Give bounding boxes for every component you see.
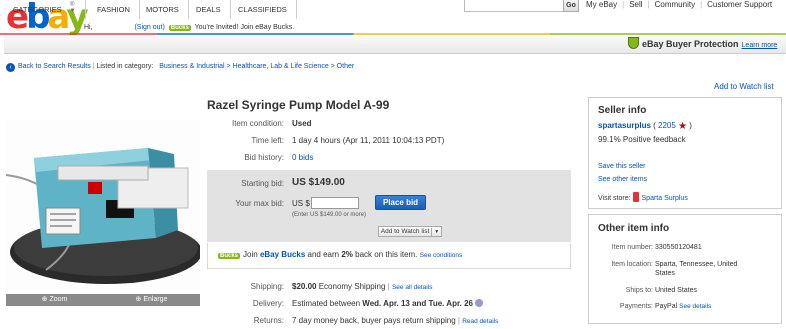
go-button[interactable]: Go [563,0,579,12]
shipping-method: Economy Shipping [318,282,386,291]
item-photo[interactable] [6,120,200,292]
other-info-heading: Other item info [598,223,670,234]
currency-label: US $ [292,199,310,208]
nav-categories[interactable]: CATEGORIES ▼ [4,0,86,19]
seller-info-heading: Seller info [598,105,647,116]
see-all-details-link[interactable]: See all details [392,284,432,291]
returns-label: Returns: [253,316,284,325]
item-number-value: 330550120481 [655,244,702,251]
see-conditions-link[interactable]: See conditions [420,252,463,259]
bucks-join-text: Join [243,250,258,259]
community-link[interactable]: Community [655,0,695,9]
bucks-earn-text: and earn [307,250,340,259]
bid-hint: (Enter US $149.00 or more) [292,212,367,218]
category-path-link[interactable]: Business & Industrial > Healthcare, Lab … [159,63,354,70]
star-icon: ★ [678,121,688,132]
shield-icon [628,37,639,49]
my-ebay-link[interactable]: My eBay [586,0,617,9]
top-links: My eBay | Sell | Community | Customer Support [586,0,773,9]
greeting-bar: Hi, (Sign out) Bucks You're Invited! Joi… [84,24,294,31]
enlarge-button[interactable]: ⊕ Enlarge [103,294,200,306]
ebay-bucks-row: Bucks Join eBay Bucks and earn 2% back on… [207,243,571,269]
starting-bid-value: US $149.00 [292,177,345,188]
feedback-score-link[interactable]: 2205 [658,121,676,130]
shipping-price: $20.00 [292,282,317,291]
visit-store-row: Visit store: Sparta Surplus [598,192,688,202]
nav-deals[interactable]: DEALS [187,0,231,19]
bucks-back-text: back on this item. [355,250,418,259]
returns-value: 7 day money back, buyer pays return ship… [292,316,499,325]
enlarge-label: Enlarge [143,296,168,303]
ships-to-label: Ships to: [625,287,653,294]
bucks-percent: 2% [341,250,353,259]
listed-in-label: Listed in category: [96,63,154,70]
ebay-bucks-link[interactable]: eBay Bucks [260,250,305,259]
nav-fashion[interactable]: FASHION [88,0,140,19]
zoom-button[interactable]: ⊕ Zoom [6,294,103,306]
max-bid-input[interactable] [311,197,359,209]
payments-row: PayPal See details [655,303,711,310]
bucks-badge: Bucks [168,25,191,31]
visit-store-label: Visit store: [598,195,631,202]
nav-classifieds[interactable]: CLASSIFIEDS [229,0,297,19]
returns-text: 7 day money back, buyer pays return ship… [292,316,456,325]
sell-link[interactable]: Sell [629,0,642,9]
back-to-search-link[interactable]: Back to Search Results [18,63,91,70]
read-details-link[interactable]: Read details [462,318,498,325]
payment-details-link[interactable]: See details [679,303,711,310]
item-location-label: Item location: [611,261,653,268]
customer-support-link[interactable]: Customer Support [707,0,772,9]
chevron-down-icon[interactable]: ▼ [431,228,439,237]
condition-value: Used [292,119,312,128]
add-to-watch-list-button[interactable]: Add to Watch list ▼ [378,226,442,237]
feedback-percent: 99.1% Positive feedback [598,135,686,144]
search-input[interactable] [464,0,564,12]
info-icon[interactable] [475,299,484,307]
time-left-label: Time left: [251,136,284,145]
bid-history-label: Bid history: [244,153,284,162]
nav-motors[interactable]: MOTORS [137,0,189,19]
item-location-line1: Sparta, Tennessee, United [655,261,738,268]
seller-name-link[interactable]: spartasurplus [598,121,651,130]
add-to-watch-list-link[interactable]: Add to Watch list [714,82,774,91]
breadcrumb: ‹ Back to Search Results | Listed in cate… [6,63,354,72]
shipping-value: $20.00 Economy Shipping | See all detail… [292,282,433,291]
see-other-items-link[interactable]: See other items [598,176,647,183]
seller-name-row: spartasurplus ( 2205 ★ ) [598,121,692,132]
condition-label: Item condition: [231,119,284,128]
delivery-prefix: Estimated between [292,299,361,308]
greeting-text: Hi, [84,24,93,31]
nav-categories-label: CATEGORIES [13,5,62,14]
bucks-badge-icon: Bucks [218,253,241,259]
sign-out-link[interactable]: (Sign out) [134,24,164,31]
back-arrow-icon[interactable]: ‹ [6,63,15,72]
starting-bid-label: Starting bid: [241,179,284,188]
bid-history-link[interactable]: 0 bids [292,153,313,162]
syringe-pump-image [6,120,200,292]
learn-more-link[interactable]: Learn more [742,42,778,49]
delivery-label: Delivery: [252,299,284,308]
payments-label: Payments: [619,303,653,310]
add-watch-label: Add to Watch list [380,228,430,235]
store-icon [632,192,639,202]
ships-to-value: United States [655,287,698,294]
buyer-protection-label[interactable]: eBay Buyer Protection [642,39,739,49]
save-seller-link[interactable]: Save this seller [598,163,645,170]
delivery-value: Estimated between Wed. Apr. 13 and Tue. … [292,299,484,308]
max-bid-label: Your max bid: [235,199,284,208]
chevron-down-icon: ▼ [69,8,76,14]
payments-value: PayPal [655,303,678,310]
store-link[interactable]: Sparta Surplus [642,195,688,202]
zoom-label: Zoom [49,296,68,303]
item-title: Razel Syringe Pump Model A-99 [207,98,390,112]
bucks-invite-text[interactable]: You're Invited! Join eBay Bucks. [195,24,295,31]
shipping-label: Shipping: [250,282,284,291]
place-bid-button[interactable]: Place bid [375,195,426,210]
item-number-label: Item number: [611,244,653,251]
time-left-value: 1 day 4 hours (Apr 11, 2011 10:04:13 PDT… [292,136,445,145]
item-location-line2: States [655,270,675,277]
delivery-dates: Wed. Apr. 13 and Tue. Apr. 26 [362,299,473,308]
buyer-protection: eBay Buyer Protection Learn more [628,37,777,49]
